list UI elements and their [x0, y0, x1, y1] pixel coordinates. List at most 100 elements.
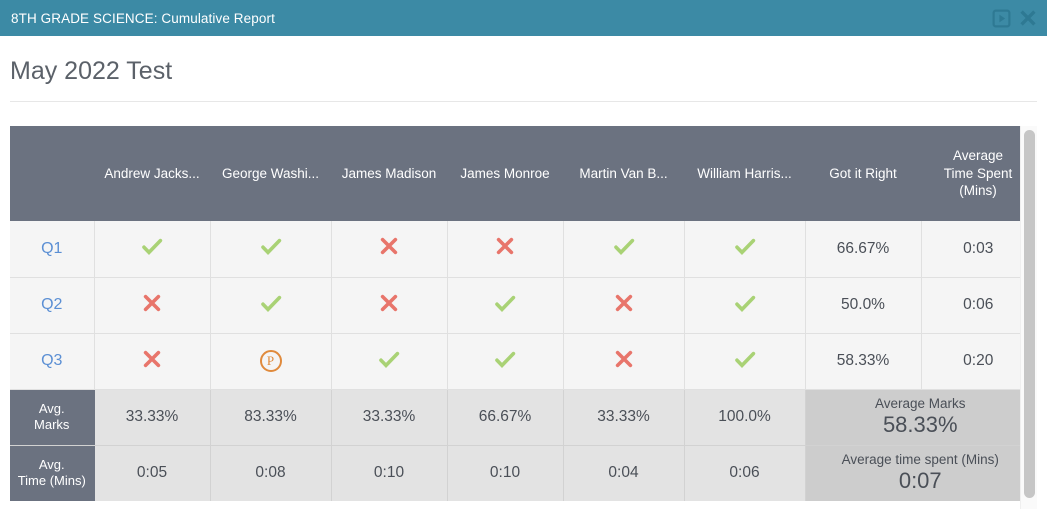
column-header-student-5[interactable]: Martin Van B...: [563, 126, 684, 221]
column-header-student-4[interactable]: James Monroe: [447, 126, 563, 221]
correct-icon: [259, 234, 283, 258]
column-header-student-3[interactable]: James Madison: [331, 126, 447, 221]
incorrect-icon: [612, 291, 636, 315]
window-titlebar: 8TH GRADE SCIENCE: Cumulative Report: [0, 0, 1047, 36]
mark-cell: [684, 221, 805, 277]
question-cell: Q1: [10, 221, 94, 277]
partial-credit-letter: P: [260, 350, 282, 372]
avg-time-line-2: Time Spent: [944, 166, 1013, 181]
mark-cell: [210, 277, 331, 333]
incorrect-icon: [377, 234, 401, 258]
average-marks-cell: 33.33%: [331, 389, 447, 445]
average-marks-total-label: Average Marks: [812, 397, 1021, 412]
avg-time-line-3: (Mins): [959, 183, 997, 198]
mark-cell: [331, 277, 447, 333]
header-divider: [10, 101, 1037, 102]
correct-icon: [733, 291, 757, 315]
correct-icon: [493, 291, 517, 315]
average-time-value-cell: 0:08: [210, 445, 331, 501]
question-link[interactable]: Q2: [41, 296, 62, 313]
mark-cell: [94, 333, 210, 389]
row-label-avg-marks-line-1: Avg.: [39, 401, 65, 416]
titlebar-actions: [992, 0, 1038, 36]
table-row: Q3 P 58.33%0:20: [10, 333, 1020, 389]
summary-row-average-marks: Avg.Marks33.33%83.33%33.33%66.67%33.33%1…: [10, 389, 1020, 445]
vertical-scrollbar[interactable]: [1020, 126, 1037, 509]
avg-time-line-1: Average: [953, 148, 1003, 163]
average-marks-cell: 100.0%: [684, 389, 805, 445]
average-marks-total: Average Marks58.33%: [805, 389, 1020, 445]
column-header-got-it-right: Got it Right: [805, 126, 921, 221]
got-it-right-cell: 58.33%: [805, 333, 921, 389]
mark-cell: [447, 333, 563, 389]
mark-cell: [563, 333, 684, 389]
table-header-row: Andrew Jacks... George Washi... James Ma…: [10, 126, 1020, 221]
average-time-total: Average time spent (Mins)0:07: [805, 445, 1020, 501]
mark-cell: [447, 277, 563, 333]
table-body: Q166.67%0:03Q250.0%0:06Q3P58.33%0:20Avg.…: [10, 221, 1020, 501]
vertical-scrollbar-thumb[interactable]: [1024, 130, 1035, 498]
correct-icon: [377, 347, 401, 371]
report-table-scroll: Andrew Jacks... George Washi... James Ma…: [10, 126, 1020, 509]
cumulative-report-table: Andrew Jacks... George Washi... James Ma…: [10, 126, 1020, 501]
row-label-avg-time-line-1: Avg.: [39, 457, 65, 472]
report-table-container: Andrew Jacks... George Washi... James Ma…: [10, 126, 1037, 509]
correct-icon: [493, 347, 517, 371]
page-header: May 2022 Test: [0, 36, 1047, 102]
question-link[interactable]: Q3: [41, 352, 62, 369]
row-label-avg-time-line-2: Time (Mins): [18, 473, 86, 488]
average-marks-cell: 83.33%: [210, 389, 331, 445]
correct-icon: [612, 234, 636, 258]
question-link[interactable]: Q1: [41, 240, 62, 257]
incorrect-icon: [493, 234, 517, 258]
present-icon[interactable]: [992, 9, 1011, 28]
incorrect-icon: [612, 347, 636, 371]
average-time-value-cell: 0:05: [94, 445, 210, 501]
average-time-value-cell: 0:06: [684, 445, 805, 501]
column-header-average-time-spent: Average Time Spent (Mins): [921, 126, 1020, 221]
average-time-value-cell: 0:04: [563, 445, 684, 501]
got-it-right-cell: 50.0%: [805, 277, 921, 333]
column-header-student-6[interactable]: William Harris...: [684, 126, 805, 221]
summary-row-average-time: Avg.Time (Mins)0:050:080:100:100:040:06A…: [10, 445, 1020, 501]
mark-cell: [331, 221, 447, 277]
mark-cell: [684, 333, 805, 389]
row-label-avg-marks: Avg.Marks: [10, 389, 94, 445]
mark-cell: [447, 221, 563, 277]
row-label-avg-marks-line-2: Marks: [34, 417, 69, 432]
table-row: Q2 50.0%0:06: [10, 277, 1020, 333]
incorrect-icon: [140, 291, 164, 315]
mark-cell: [94, 221, 210, 277]
correct-icon: [259, 291, 283, 315]
close-icon[interactable]: [1018, 8, 1038, 28]
column-header-student-2[interactable]: George Washi...: [210, 126, 331, 221]
average-marks-total-value: 58.33%: [812, 412, 1021, 437]
average-time-cell: 0:20: [921, 333, 1020, 389]
average-time-total-value: 0:07: [812, 468, 1021, 493]
mark-cell: P: [210, 333, 331, 389]
mark-cell: [563, 277, 684, 333]
mark-cell: [684, 277, 805, 333]
mark-cell: [563, 221, 684, 277]
row-label-avg-time: Avg.Time (Mins): [10, 445, 94, 501]
column-header-question: [10, 126, 94, 221]
average-marks-cell: 66.67%: [447, 389, 563, 445]
average-time-value-cell: 0:10: [331, 445, 447, 501]
got-it-right-cell: 66.67%: [805, 221, 921, 277]
column-header-student-1[interactable]: Andrew Jacks...: [94, 126, 210, 221]
average-time-cell: 0:06: [921, 277, 1020, 333]
correct-icon: [733, 347, 757, 371]
incorrect-icon: [140, 347, 164, 371]
correct-icon: [733, 234, 757, 258]
average-marks-cell: 33.33%: [563, 389, 684, 445]
mark-cell: [210, 221, 331, 277]
page-title: May 2022 Test: [10, 56, 1037, 86]
mark-cell: [94, 277, 210, 333]
question-cell: Q3: [10, 333, 94, 389]
correct-icon: [140, 234, 164, 258]
average-marks-cell: 33.33%: [94, 389, 210, 445]
average-time-total-label: Average time spent (Mins): [812, 453, 1021, 468]
average-time-cell: 0:03: [921, 221, 1020, 277]
mark-cell: [331, 333, 447, 389]
partial-credit-icon: P: [260, 350, 282, 372]
